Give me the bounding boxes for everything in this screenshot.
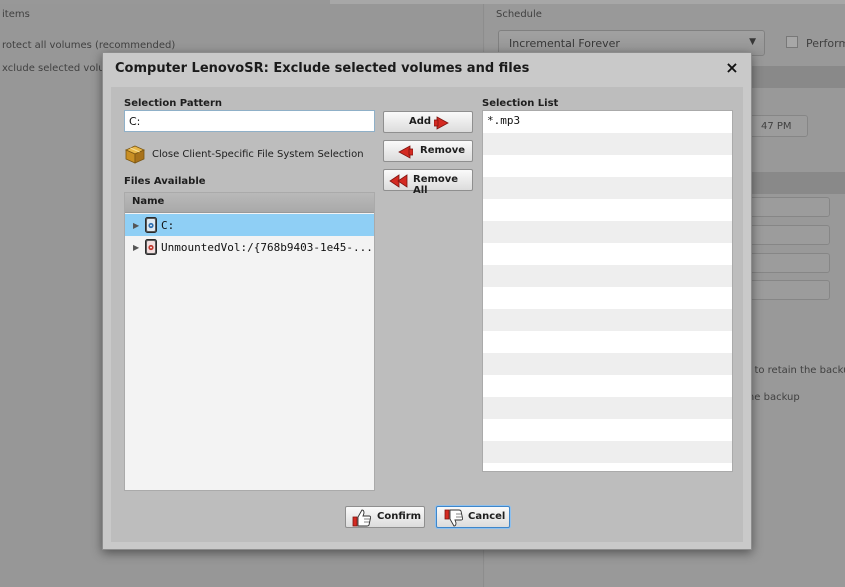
close-client-selection-link[interactable]: Close Client-Specific File System Select…	[124, 143, 364, 165]
remove-all-button[interactable]: Remove All	[383, 169, 473, 196]
tree-item-unmounted-volume[interactable]: ▶ UnmountedVol:/{768b9403-1e45-...	[125, 236, 374, 258]
expand-arrow-icon[interactable]: ▶	[133, 243, 143, 252]
dialog-title: Computer LenovoSR: Exclude selected volu…	[115, 61, 530, 76]
thumbs-up-icon	[352, 509, 372, 527]
drive-icon	[145, 217, 157, 233]
files-available-label: Files Available	[124, 176, 206, 187]
package-box-icon	[125, 145, 145, 164]
add-button-label: Add	[409, 116, 432, 127]
exclude-dialog: Computer LenovoSR: Exclude selected volu…	[102, 52, 752, 550]
remove-button-label: Remove	[420, 145, 466, 156]
remove-button[interactable]: Remove	[383, 140, 473, 162]
add-button[interactable]: Add	[383, 111, 473, 133]
arrow-right-icon	[434, 116, 449, 130]
double-arrow-left-icon	[389, 174, 408, 188]
arrow-left-icon	[398, 145, 413, 159]
drive-icon	[145, 239, 157, 255]
close-icon[interactable]: ×	[723, 59, 741, 77]
confirm-button[interactable]: Confirm	[345, 506, 425, 528]
tree-item-label: UnmountedVol:/{768b9403-1e45-...	[161, 240, 373, 254]
selection-pattern-label: Selection Pattern	[124, 98, 223, 109]
selection-pattern-input[interactable]	[124, 110, 375, 132]
list-item[interactable]: *.mp3	[483, 111, 732, 133]
dialog-titlebar: Computer LenovoSR: Exclude selected volu…	[103, 53, 751, 85]
selection-list[interactable]: *.mp3	[482, 110, 733, 472]
dialog-body: Selection Pattern Close Client-Specific …	[111, 87, 743, 542]
remove-all-button-label: Remove All	[413, 174, 459, 196]
cancel-button[interactable]: Cancel	[436, 506, 510, 528]
cancel-button-label: Cancel	[468, 511, 506, 522]
files-available-panel: Name ▶ C: ▶ UnmountedVol:/{768b9403-1e45…	[124, 192, 375, 491]
confirm-button-label: Confirm	[377, 511, 422, 522]
files-column-header[interactable]: Name	[125, 193, 374, 213]
thumbs-down-icon	[444, 509, 464, 527]
selection-list-label: Selection List	[482, 98, 559, 109]
expand-arrow-icon[interactable]: ▶	[133, 221, 143, 230]
close-client-selection-label: Close Client-Specific File System Select…	[152, 148, 364, 160]
tree-item-label: C:	[161, 218, 175, 232]
tree-item-c-drive[interactable]: ▶ C:	[125, 214, 374, 236]
